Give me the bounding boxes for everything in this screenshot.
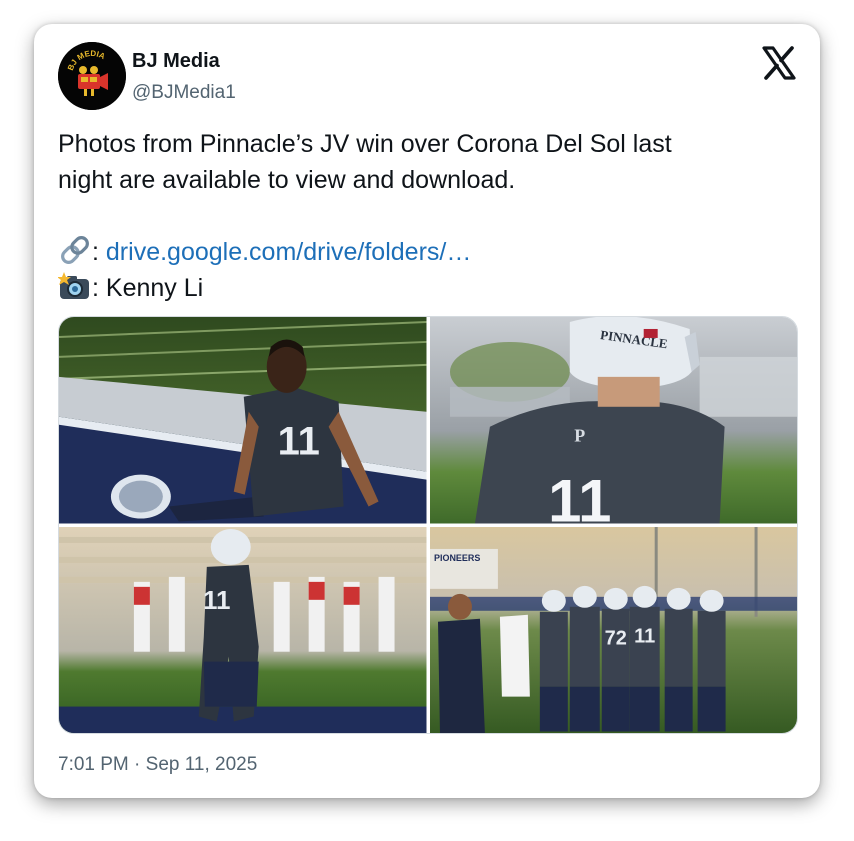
author-avatar[interactable]: BJ MEDIA [58, 42, 126, 110]
link-prefix: : [92, 238, 106, 266]
photo-player-sitting[interactable]: 11 [59, 317, 427, 524]
tweet-timestamp[interactable]: 7:01 PM · Sep 11, 2025 [58, 754, 257, 776]
credit-row: : Kenny Li [57, 270, 798, 306]
photo-team-huddle[interactable]: PIONEERS 72 11 [429, 526, 797, 733]
author-name[interactable]: BJ Media [132, 50, 220, 73]
photo-credit: Kenny Li [105, 274, 204, 302]
photo2-back-letter: P [574, 426, 585, 446]
link-icon [58, 235, 92, 265]
photo3-jersey: 11 [203, 586, 230, 614]
camera-flash-icon [57, 271, 92, 301]
link-row: : drive.google.com/drive/folders/… [58, 234, 798, 270]
photo4-jersey-11: 11 [634, 625, 655, 647]
credit-prefix: : [92, 274, 106, 302]
tweet-line-2: night are available to view and download… [58, 166, 516, 194]
author-handle[interactable]: @BJMedia1 [132, 82, 236, 104]
photo2-jersey: 11 [548, 468, 611, 524]
avatar-logo: BJ MEDIA [58, 42, 126, 110]
photo4-sign: PIONEERS [433, 552, 479, 562]
photo4-jersey-72: 72 [604, 627, 626, 649]
photo1-jersey: 11 [278, 420, 320, 464]
drive-link[interactable]: drive.google.com/drive/folders/… [106, 238, 471, 266]
x-logo-icon[interactable] [762, 46, 796, 80]
media-grid: 11 PINNACLE P 11 11 PIONEERS 72 11 [58, 316, 798, 734]
photo-player-sideline[interactable]: 11 [59, 526, 427, 733]
photo-player-helmet-back[interactable]: PINNACLE P 11 [429, 317, 797, 524]
tweet-text: Photos from Pinnacle’s JV win over Coron… [57, 126, 798, 306]
tweet-card: BJ MEDIA BJ Media @BJMedia1 Photos from … [34, 24, 820, 798]
tweet-line-1: Photos from Pinnacle’s JV win over Coron… [58, 130, 672, 158]
